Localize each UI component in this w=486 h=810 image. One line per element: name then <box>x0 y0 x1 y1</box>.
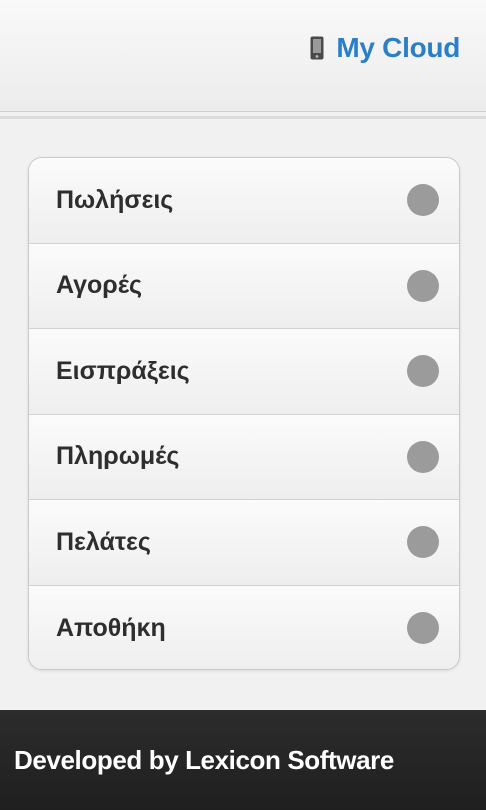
app-header: My Cloud <box>0 0 486 112</box>
app-footer: Developed by Lexicon Software <box>0 710 486 810</box>
main-menu-list: Πωλήσεις Αγορές Εισπράξεις Πληρωμές Πελά… <box>28 157 460 670</box>
circle-dot-icon <box>407 440 439 473</box>
footer-credit: Developed by Lexicon Software <box>14 744 394 775</box>
my-cloud-label: My Cloud <box>336 32 460 63</box>
menu-item-customers[interactable]: Πελάτες <box>29 500 459 586</box>
menu-item-warehouse[interactable]: Αποθήκη <box>29 585 459 669</box>
menu-item-label: Αποθήκη <box>56 613 166 642</box>
menu-item-label: Πελάτες <box>56 527 151 556</box>
menu-item-label: Αγορές <box>56 271 143 300</box>
circle-dot-icon <box>407 269 439 302</box>
menu-item-purchases[interactable]: Αγορές <box>29 243 459 329</box>
mobile-phone-icon <box>310 36 324 60</box>
main-content: Πωλήσεις Αγορές Εισπράξεις Πληρωμές Πελά… <box>0 119 486 710</box>
menu-item-label: Εισπράξεις <box>56 356 190 385</box>
circle-dot-icon <box>407 355 439 388</box>
circle-dot-icon <box>407 184 439 217</box>
my-cloud-link[interactable]: My Cloud <box>310 30 460 66</box>
circle-dot-icon <box>407 612 439 645</box>
menu-item-sales[interactable]: Πωλήσεις <box>29 158 459 244</box>
menu-item-payments[interactable]: Πληρωμές <box>29 414 459 500</box>
circle-dot-icon <box>407 526 439 559</box>
menu-item-label: Πωλήσεις <box>56 185 174 214</box>
menu-item-label: Πληρωμές <box>56 442 180 471</box>
menu-item-receipts[interactable]: Εισπράξεις <box>29 329 459 415</box>
